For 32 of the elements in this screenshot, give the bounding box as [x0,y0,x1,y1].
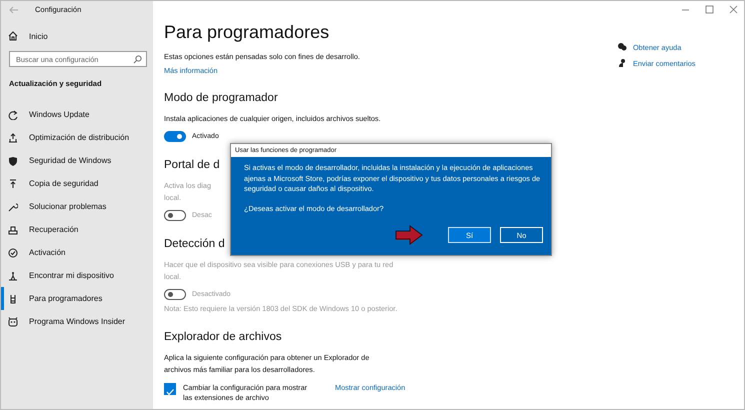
section-heading: Detección d [164,238,225,250]
toggle-switch[interactable] [164,131,186,142]
sidebar-item[interactable]: Para programadores [1,287,153,310]
pointer-arrow-icon [395,225,423,245]
sidebar-item[interactable]: Windows Update [1,103,153,126]
sidebar-item[interactable]: Copia de seguridad [1,172,153,195]
home-item[interactable]: Inicio [1,27,153,45]
sidebar-item[interactable]: Seguridad de Windows [1,149,153,172]
sidebar-item[interactable]: Recuperación [1,218,153,241]
section-heading: Portal de d [164,159,220,171]
sidebar-item[interactable]: Optimización de distribución [1,126,153,149]
shield-icon [8,156,18,166]
close-icon[interactable] [729,5,738,14]
maximize-icon[interactable] [705,5,714,14]
search-icon [133,55,142,64]
toggle-switch[interactable] [164,289,186,300]
feedback-person-icon [617,58,627,68]
sidebar-item[interactable]: Encontrar mi dispositivo [1,264,153,287]
home-icon [8,31,18,41]
section-heading: Explorador de archivos [164,331,282,343]
upload-icon [8,132,18,142]
upload-arrow-icon [8,178,18,188]
refresh-icon [8,110,18,120]
section-heading: Modo de programador [164,92,278,104]
checkbox[interactable] [164,383,176,395]
check-circle-icon [8,248,18,258]
toggle-switch[interactable] [164,210,186,221]
sidebar-item[interactable]: Solucionar problemas [1,195,153,218]
page-title: Para programadores [164,22,330,43]
sidebar-item[interactable]: Programa Windows Insider [1,310,153,333]
help-chat-icon [617,42,627,52]
sidebar-item[interactable]: Activación [1,241,153,264]
